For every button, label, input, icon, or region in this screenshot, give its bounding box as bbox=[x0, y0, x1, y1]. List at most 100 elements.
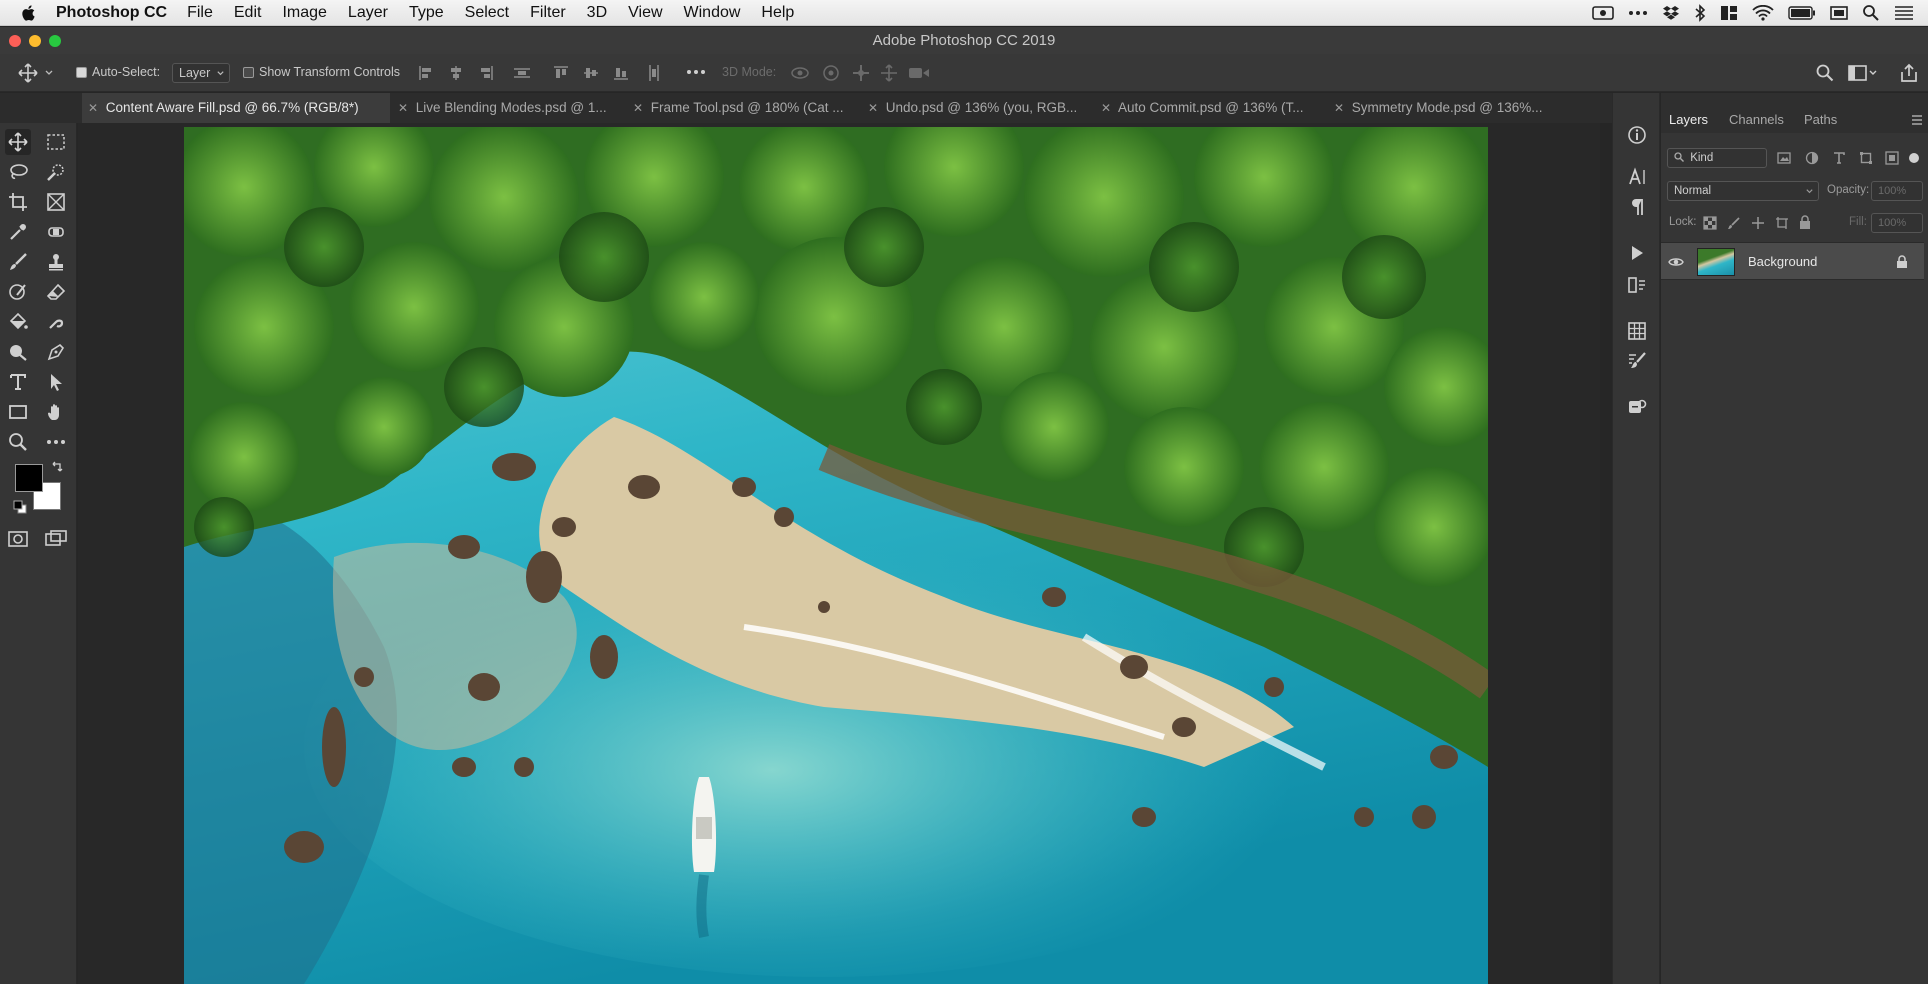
actions-panel-button[interactable] bbox=[1625, 241, 1649, 265]
character-panel-button[interactable] bbox=[1625, 165, 1649, 189]
zoom-window-button[interactable] bbox=[49, 35, 61, 47]
window-layout-icon[interactable] bbox=[1720, 5, 1738, 21]
menu-3d[interactable]: 3D bbox=[587, 4, 607, 22]
spotlight-search-icon[interactable] bbox=[1862, 4, 1880, 22]
move-tool-preset-picker[interactable] bbox=[16, 63, 56, 83]
filter-toggle-switch[interactable] bbox=[1909, 153, 1919, 163]
screen-mode-button[interactable] bbox=[43, 526, 69, 552]
object-selection-tool[interactable] bbox=[43, 159, 69, 185]
filter-smart-objects-icon[interactable] bbox=[1885, 151, 1899, 165]
close-tab-icon[interactable]: ✕ bbox=[1101, 93, 1115, 123]
swatches-panel-button[interactable] bbox=[1625, 319, 1649, 343]
frame-tool[interactable] bbox=[43, 189, 69, 215]
foreground-color-swatch[interactable] bbox=[15, 464, 43, 492]
search-icon[interactable] bbox=[1816, 64, 1834, 82]
more-options-icon[interactable] bbox=[686, 68, 706, 76]
apple-logo-icon[interactable] bbox=[19, 3, 39, 23]
quick-mask-mode-button[interactable] bbox=[5, 526, 31, 552]
move-tool[interactable] bbox=[5, 129, 31, 155]
menu-file[interactable]: File bbox=[187, 4, 213, 22]
align-vertical-centers-icon[interactable] bbox=[583, 65, 599, 81]
info-panel-button[interactable] bbox=[1625, 123, 1649, 147]
bluetooth-icon[interactable] bbox=[1694, 4, 1706, 22]
brush-tool[interactable] bbox=[5, 249, 31, 275]
rectangle-tool[interactable] bbox=[5, 399, 31, 425]
menu-filter[interactable]: Filter bbox=[530, 4, 566, 22]
tab-channels[interactable]: Channels bbox=[1729, 112, 1784, 127]
aerial-beach-photo[interactable] bbox=[184, 127, 1488, 984]
tab-live-blending-modes[interactable]: ✕ Live Blending Modes.psd @ 1... bbox=[398, 93, 630, 123]
swap-colors-icon[interactable] bbox=[50, 461, 64, 475]
distribute-horizontal-icon[interactable] bbox=[513, 65, 531, 81]
menu-layer[interactable]: Layer bbox=[348, 4, 388, 22]
menu-view[interactable]: View bbox=[628, 4, 662, 22]
workspace-switcher-icon[interactable] bbox=[1848, 65, 1878, 81]
fill-field[interactable]: 100% bbox=[1871, 213, 1923, 233]
eraser-tool[interactable] bbox=[43, 279, 69, 305]
pen-tool[interactable] bbox=[43, 339, 69, 365]
brush-settings-panel-button[interactable] bbox=[1625, 349, 1649, 373]
distribute-vertical-icon[interactable] bbox=[646, 64, 662, 82]
align-top-edges-icon[interactable] bbox=[553, 65, 569, 81]
menu-help[interactable]: Help bbox=[761, 4, 794, 22]
document-canvas-area[interactable] bbox=[78, 123, 1676, 984]
tab-paths[interactable]: Paths bbox=[1804, 112, 1837, 127]
lock-all-icon[interactable] bbox=[1799, 215, 1811, 230]
history-brush-tool[interactable] bbox=[5, 279, 31, 305]
blend-mode-dropdown[interactable]: Normal bbox=[1667, 181, 1819, 201]
dropbox-icon[interactable] bbox=[1662, 5, 1680, 21]
tab-symmetry-mode[interactable]: ✕ Symmetry Mode.psd @ 136%... bbox=[1334, 93, 1596, 123]
3d-scale-icon[interactable] bbox=[908, 65, 930, 81]
filter-type-layers-icon[interactable] bbox=[1832, 151, 1846, 165]
align-left-edges-icon[interactable] bbox=[418, 65, 434, 81]
type-tool[interactable] bbox=[5, 369, 31, 395]
paragraph-panel-button[interactable] bbox=[1625, 195, 1649, 219]
opacity-field[interactable]: 100% bbox=[1871, 181, 1923, 201]
close-tab-icon[interactable]: ✕ bbox=[88, 93, 102, 123]
spot-healing-brush-tool[interactable] bbox=[43, 219, 69, 245]
share-icon[interactable] bbox=[1900, 63, 1918, 83]
battery-icon[interactable] bbox=[1788, 6, 1816, 20]
default-colors-icon[interactable] bbox=[13, 500, 27, 514]
lasso-tool[interactable] bbox=[5, 159, 31, 185]
more-dots-icon[interactable] bbox=[1628, 5, 1648, 21]
clone-stamp-tool[interactable] bbox=[43, 249, 69, 275]
tab-layers[interactable]: Layers bbox=[1669, 112, 1708, 127]
layer-row-background[interactable]: Background bbox=[1661, 242, 1924, 280]
menu-image[interactable]: Image bbox=[282, 4, 326, 22]
menu-select[interactable]: Select bbox=[465, 4, 509, 22]
lock-artboard-icon[interactable] bbox=[1775, 216, 1789, 230]
tab-auto-commit[interactable]: ✕ Auto Commit.psd @ 136% (T... bbox=[1101, 93, 1333, 123]
3d-roll-icon[interactable] bbox=[822, 64, 840, 82]
screen-record-icon[interactable] bbox=[1592, 5, 1614, 21]
lock-transparent-pixels-icon[interactable] bbox=[1703, 216, 1717, 230]
filter-pixel-layers-icon[interactable] bbox=[1777, 151, 1791, 165]
learn-panel-button[interactable] bbox=[1625, 395, 1649, 419]
auto-select-target-dropdown[interactable]: Layer bbox=[172, 63, 230, 83]
tab-frame-tool[interactable]: ✕ Frame Tool.psd @ 180% (Cat ... bbox=[633, 93, 866, 123]
crop-tool[interactable] bbox=[5, 189, 31, 215]
dodge-tool[interactable] bbox=[5, 339, 31, 365]
close-tab-icon[interactable]: ✕ bbox=[633, 93, 647, 123]
path-selection-tool[interactable] bbox=[43, 369, 69, 395]
hand-tool[interactable] bbox=[43, 399, 69, 425]
filter-adjustment-layers-icon[interactable] bbox=[1805, 151, 1819, 165]
3d-slide-icon[interactable] bbox=[880, 64, 898, 82]
rectangular-marquee-tool[interactable] bbox=[43, 129, 69, 155]
menu-edit[interactable]: Edit bbox=[234, 4, 262, 22]
align-bottom-edges-icon[interactable] bbox=[613, 65, 629, 81]
zoom-tool[interactable] bbox=[5, 429, 31, 455]
blur-tool[interactable] bbox=[43, 309, 69, 335]
tab-undo[interactable]: ✕ Undo.psd @ 136% (you, RGB... bbox=[868, 93, 1100, 123]
tab-content-aware-fill[interactable]: ✕ Content Aware Fill.psd @ 66.7% (RGB/8*… bbox=[82, 93, 390, 123]
close-window-button[interactable] bbox=[9, 35, 21, 47]
close-tab-icon[interactable]: ✕ bbox=[868, 93, 882, 123]
close-tab-icon[interactable]: ✕ bbox=[1334, 93, 1348, 123]
filter-kind-dropdown[interactable]: Kind bbox=[1667, 148, 1767, 168]
menu-type[interactable]: Type bbox=[409, 4, 444, 22]
wifi-icon[interactable] bbox=[1752, 5, 1774, 21]
show-transform-controls-checkbox[interactable] bbox=[243, 67, 254, 78]
3d-orbit-icon[interactable] bbox=[790, 64, 810, 82]
3d-pan-icon[interactable] bbox=[852, 64, 870, 82]
minimize-window-button[interactable] bbox=[29, 35, 41, 47]
